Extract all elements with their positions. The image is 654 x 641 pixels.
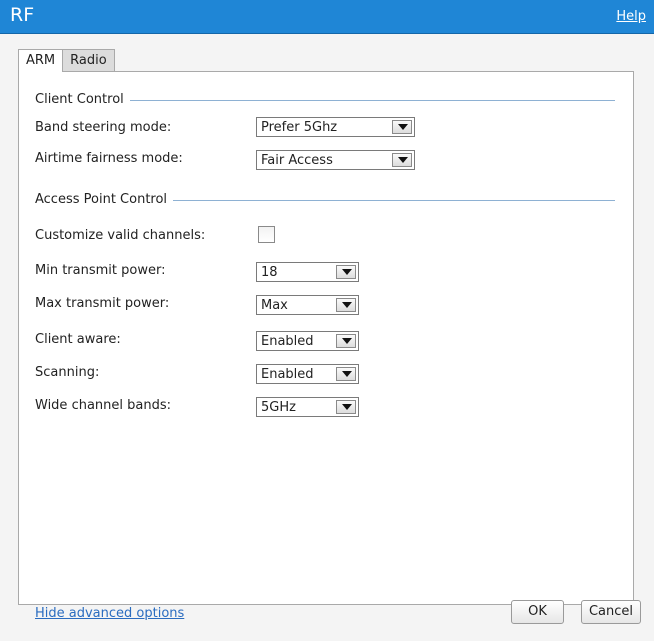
help-link[interactable]: Help <box>616 9 646 24</box>
ap-control-section: Access Point Control <box>35 192 615 208</box>
chevron-down-icon <box>336 265 356 279</box>
min-power-label: Min transmit power: <box>35 263 166 278</box>
scanning-select[interactable]: Enabled <box>256 364 359 384</box>
band-steering-label: Band steering mode: <box>35 120 172 135</box>
client-aware-select[interactable]: Enabled <box>256 331 359 351</box>
max-power-value: Max <box>261 298 288 313</box>
airtime-fairness-label: Airtime fairness mode: <box>35 151 183 166</box>
client-aware-value: Enabled <box>261 334 314 349</box>
customize-channels-checkbox[interactable] <box>258 226 275 243</box>
hide-advanced-options-link[interactable]: Hide advanced options <box>35 606 184 621</box>
ap-control-legend: Access Point Control <box>35 192 174 207</box>
scanning-label: Scanning: <box>35 365 100 380</box>
tab-bar: ARM Radio <box>18 49 115 72</box>
tab-radio[interactable]: Radio <box>62 49 115 71</box>
wide-channel-label: Wide channel bands: <box>35 398 171 413</box>
max-power-label: Max transmit power: <box>35 296 170 311</box>
scanning-value: Enabled <box>261 367 314 382</box>
title-bar: RF Help <box>0 0 654 34</box>
client-aware-label: Client aware: <box>35 332 121 347</box>
chevron-down-icon <box>336 367 356 381</box>
min-power-select[interactable]: 18 <box>256 262 359 282</box>
window-title: RF <box>10 4 35 26</box>
tab-arm[interactable]: ARM <box>18 49 64 72</box>
min-power-value: 18 <box>261 265 278 280</box>
chevron-down-icon <box>336 334 356 348</box>
arm-panel: Client Control Band steering mode: Prefe… <box>18 71 634 605</box>
airtime-fairness-value: Fair Access <box>261 153 333 168</box>
airtime-fairness-select[interactable]: Fair Access <box>256 150 415 170</box>
ok-button[interactable]: OK <box>511 600 564 624</box>
band-steering-value: Prefer 5Ghz <box>261 120 338 135</box>
chevron-down-icon <box>336 400 356 414</box>
chevron-down-icon <box>392 153 412 167</box>
chevron-down-icon <box>392 120 412 134</box>
wide-channel-select[interactable]: 5GHz <box>256 397 359 417</box>
max-power-select[interactable]: Max <box>256 295 359 315</box>
customize-channels-label: Customize valid channels: <box>35 228 206 243</box>
cancel-button[interactable]: Cancel <box>581 600 641 624</box>
client-control-section: Client Control <box>35 92 615 108</box>
client-control-legend: Client Control <box>35 92 130 107</box>
wide-channel-value: 5GHz <box>261 400 296 415</box>
chevron-down-icon <box>336 298 356 312</box>
band-steering-select[interactable]: Prefer 5Ghz <box>256 117 415 137</box>
